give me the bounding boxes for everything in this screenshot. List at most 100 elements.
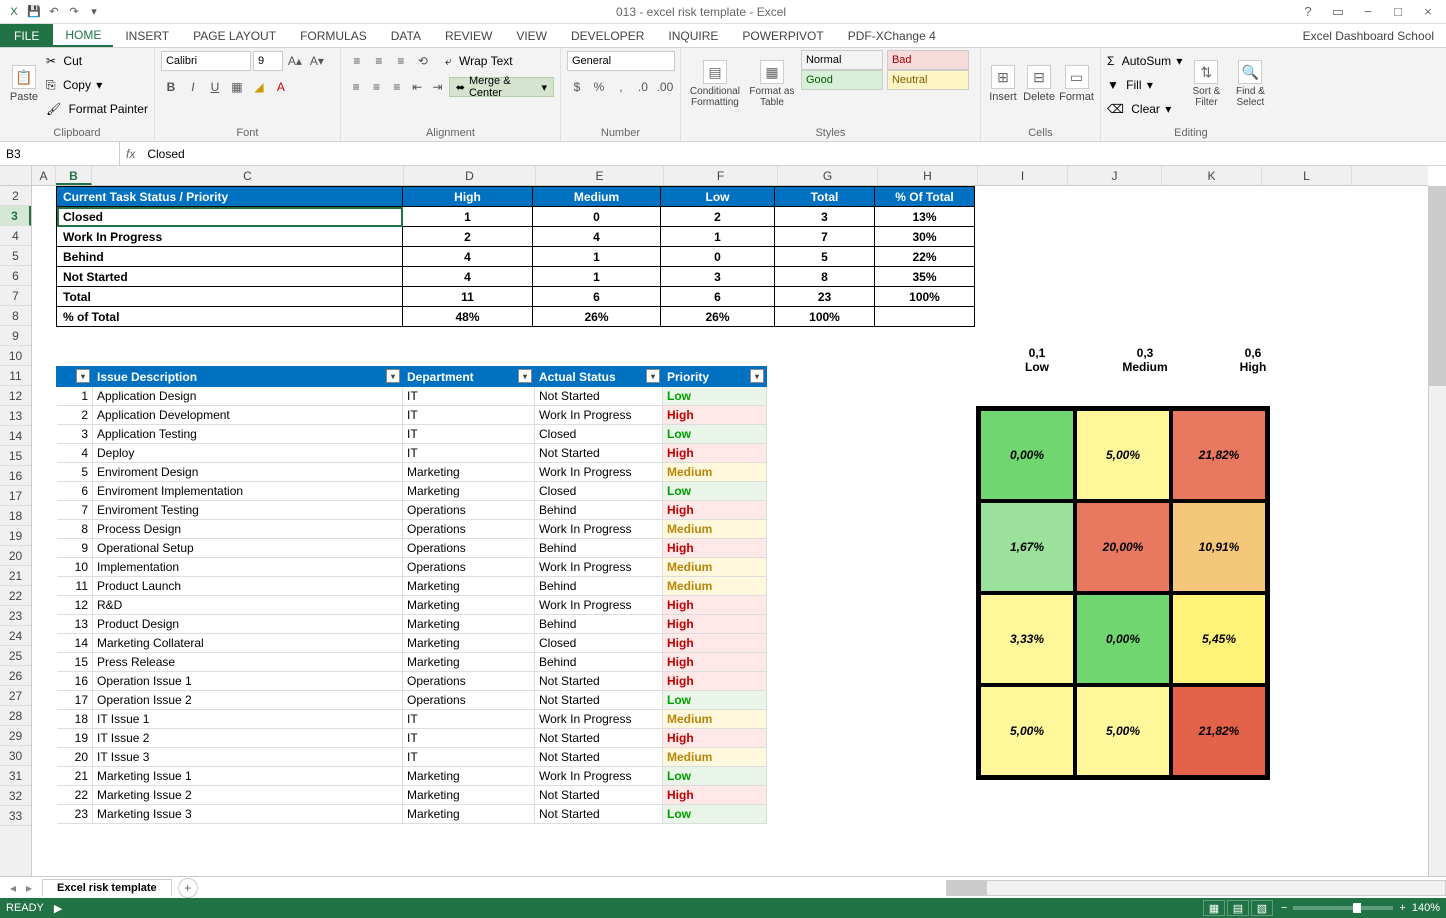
insert-cells-button[interactable]: ⊞Insert <box>987 50 1019 118</box>
spreadsheet-grid[interactable]: ABCDEFGHIJKL 234567891011121314151617181… <box>0 166 1446 876</box>
table-row[interactable]: 18IT Issue 1ITWork In ProgressMedium <box>57 710 767 729</box>
table-row[interactable]: 3Application TestingITClosedLow <box>57 425 767 444</box>
underline-button[interactable]: U <box>205 77 225 97</box>
find-select-button[interactable]: 🔍Find & Select <box>1230 50 1270 118</box>
redo-icon[interactable]: ↷ <box>66 4 82 20</box>
column-header[interactable]: A <box>32 166 56 185</box>
align-middle-icon[interactable]: ≡ <box>369 51 389 71</box>
font-name-select[interactable]: Calibri <box>161 51 251 71</box>
font-color-button[interactable]: A <box>271 77 291 97</box>
select-all-corner[interactable] <box>0 166 32 186</box>
align-center-icon[interactable]: ≡ <box>367 77 385 97</box>
table-row[interactable]: 20IT Issue 3ITNot StartedMedium <box>57 748 767 767</box>
row-header[interactable]: 15 <box>0 446 31 466</box>
row-header[interactable]: 12 <box>0 386 31 406</box>
ribbon-right-text[interactable]: Excel Dashboard School <box>1303 24 1446 47</box>
risk-cell[interactable]: 0,00% <box>1075 593 1171 685</box>
table-row[interactable]: Not Started413835% <box>57 267 975 287</box>
row-header[interactable]: 18 <box>0 506 31 526</box>
row-header[interactable]: 19 <box>0 526 31 546</box>
row-header[interactable]: 32 <box>0 786 31 806</box>
sheet-nav[interactable]: ◂▸ <box>0 881 42 895</box>
ribbon-tab-insert[interactable]: INSERT <box>113 24 181 47</box>
table-row[interactable]: 13Product DesignMarketingBehindHigh <box>57 615 767 634</box>
table-row[interactable]: 12R&DMarketingWork In ProgressHigh <box>57 596 767 615</box>
increase-font-icon[interactable]: A▴ <box>285 51 305 71</box>
column-header[interactable]: K <box>1162 166 1262 185</box>
table-row[interactable]: 23Marketing Issue 3MarketingNot StartedL… <box>57 805 767 824</box>
format-cells-button[interactable]: ▭Format <box>1059 50 1094 118</box>
column-header[interactable]: D <box>404 166 536 185</box>
table-row[interactable]: 14Marketing CollateralMarketingClosedHig… <box>57 634 767 653</box>
row-header[interactable]: 31 <box>0 766 31 786</box>
close-button[interactable]: × <box>1414 2 1442 22</box>
number-format-select[interactable]: General <box>567 51 675 71</box>
row-header[interactable]: 25 <box>0 646 31 666</box>
table-row[interactable]: 5Enviroment DesignMarketingWork In Progr… <box>57 463 767 482</box>
decrease-font-icon[interactable]: A▾ <box>307 51 327 71</box>
normal-view-icon[interactable]: ▦ <box>1203 900 1225 916</box>
column-headers[interactable]: ABCDEFGHIJKL <box>32 166 1428 186</box>
name-box-input[interactable] <box>6 147 113 161</box>
ribbon-tab-formulas[interactable]: FORMULAS <box>288 24 379 47</box>
undo-icon[interactable]: ↶ <box>46 4 62 20</box>
file-tab[interactable]: FILE <box>0 24 53 47</box>
row-header[interactable]: 9 <box>0 326 31 346</box>
align-right-icon[interactable]: ≡ <box>388 77 406 97</box>
row-header[interactable]: 21 <box>0 566 31 586</box>
row-header[interactable]: 5 <box>0 246 31 266</box>
ribbon-tab-view[interactable]: VIEW <box>504 24 559 47</box>
row-header[interactable]: 7 <box>0 286 31 306</box>
table-row[interactable]: 10ImplementationOperationsWork In Progre… <box>57 558 767 577</box>
column-header[interactable]: I <box>978 166 1068 185</box>
ribbon-options-button[interactable]: ▭ <box>1324 2 1352 22</box>
column-header[interactable]: E <box>536 166 664 185</box>
column-header[interactable]: C <box>92 166 404 185</box>
comma-icon[interactable]: , <box>611 77 631 97</box>
filter-icon[interactable]: ▾ <box>386 369 400 383</box>
page-layout-icon[interactable]: ▤ <box>1227 900 1249 916</box>
dec-decimal-icon[interactable]: .00 <box>655 77 675 97</box>
header-dept[interactable]: Department▾ <box>403 367 535 387</box>
row-header[interactable]: 24 <box>0 626 31 646</box>
vertical-scrollbar[interactable] <box>1428 186 1446 876</box>
clear-button[interactable]: ⌫ Clear ▾ <box>1107 98 1182 120</box>
row-header[interactable]: 20 <box>0 546 31 566</box>
merge-center-button[interactable]: ⬌Merge & Center▾ <box>449 77 554 97</box>
name-box[interactable] <box>0 142 120 165</box>
inc-decimal-icon[interactable]: .0 <box>633 77 653 97</box>
row-header[interactable]: 4 <box>0 226 31 246</box>
italic-button[interactable]: I <box>183 77 203 97</box>
header-status[interactable]: Actual Status▾ <box>535 367 663 387</box>
sort-filter-button[interactable]: ⇅Sort & Filter <box>1186 50 1226 118</box>
row-header[interactable]: 26 <box>0 666 31 686</box>
delete-cells-button[interactable]: ⊟Delete <box>1023 50 1055 118</box>
zoom-control[interactable]: − + 140% <box>1281 902 1440 914</box>
column-header[interactable]: G <box>778 166 878 185</box>
row-header[interactable]: 17 <box>0 486 31 506</box>
filter-icon[interactable]: ▾ <box>518 369 532 383</box>
row-headers[interactable]: 2345678910111213141516171819202122232425… <box>0 186 32 876</box>
column-header[interactable]: J <box>1068 166 1162 185</box>
indent-inc-icon[interactable]: ⇥ <box>428 77 446 97</box>
risk-cell[interactable]: 1,67% <box>979 501 1075 593</box>
conditional-formatting-button[interactable]: ▤Conditional Formatting <box>687 50 743 118</box>
risk-cell[interactable]: 10,91% <box>1171 501 1267 593</box>
risk-cell[interactable]: 5,00% <box>1075 685 1171 777</box>
row-header[interactable]: 14 <box>0 426 31 446</box>
sheet-tab-active[interactable]: Excel risk template <box>42 879 172 896</box>
table-row[interactable]: 8Process DesignOperationsWork In Progres… <box>57 520 767 539</box>
formula-input[interactable] <box>141 147 1446 161</box>
fill-color-button[interactable]: ◢ <box>249 77 269 97</box>
table-row[interactable]: 16Operation Issue 1OperationsNot Started… <box>57 672 767 691</box>
column-header[interactable]: B <box>56 166 92 185</box>
table-row[interactable]: Work In Progress241730% <box>57 227 975 247</box>
ribbon-tab-review[interactable]: REVIEW <box>433 24 504 47</box>
table-row[interactable]: 4DeployITNot StartedHigh <box>57 444 767 463</box>
column-header[interactable]: H <box>878 166 978 185</box>
save-icon[interactable]: 💾 <box>26 4 42 20</box>
table-row[interactable]: % of Total48%26%26%100% <box>57 307 975 327</box>
filter-icon[interactable]: ▾ <box>76 369 90 383</box>
ribbon-tab-powerpivot[interactable]: POWERPIVOT <box>730 24 835 47</box>
currency-icon[interactable]: $ <box>567 77 587 97</box>
